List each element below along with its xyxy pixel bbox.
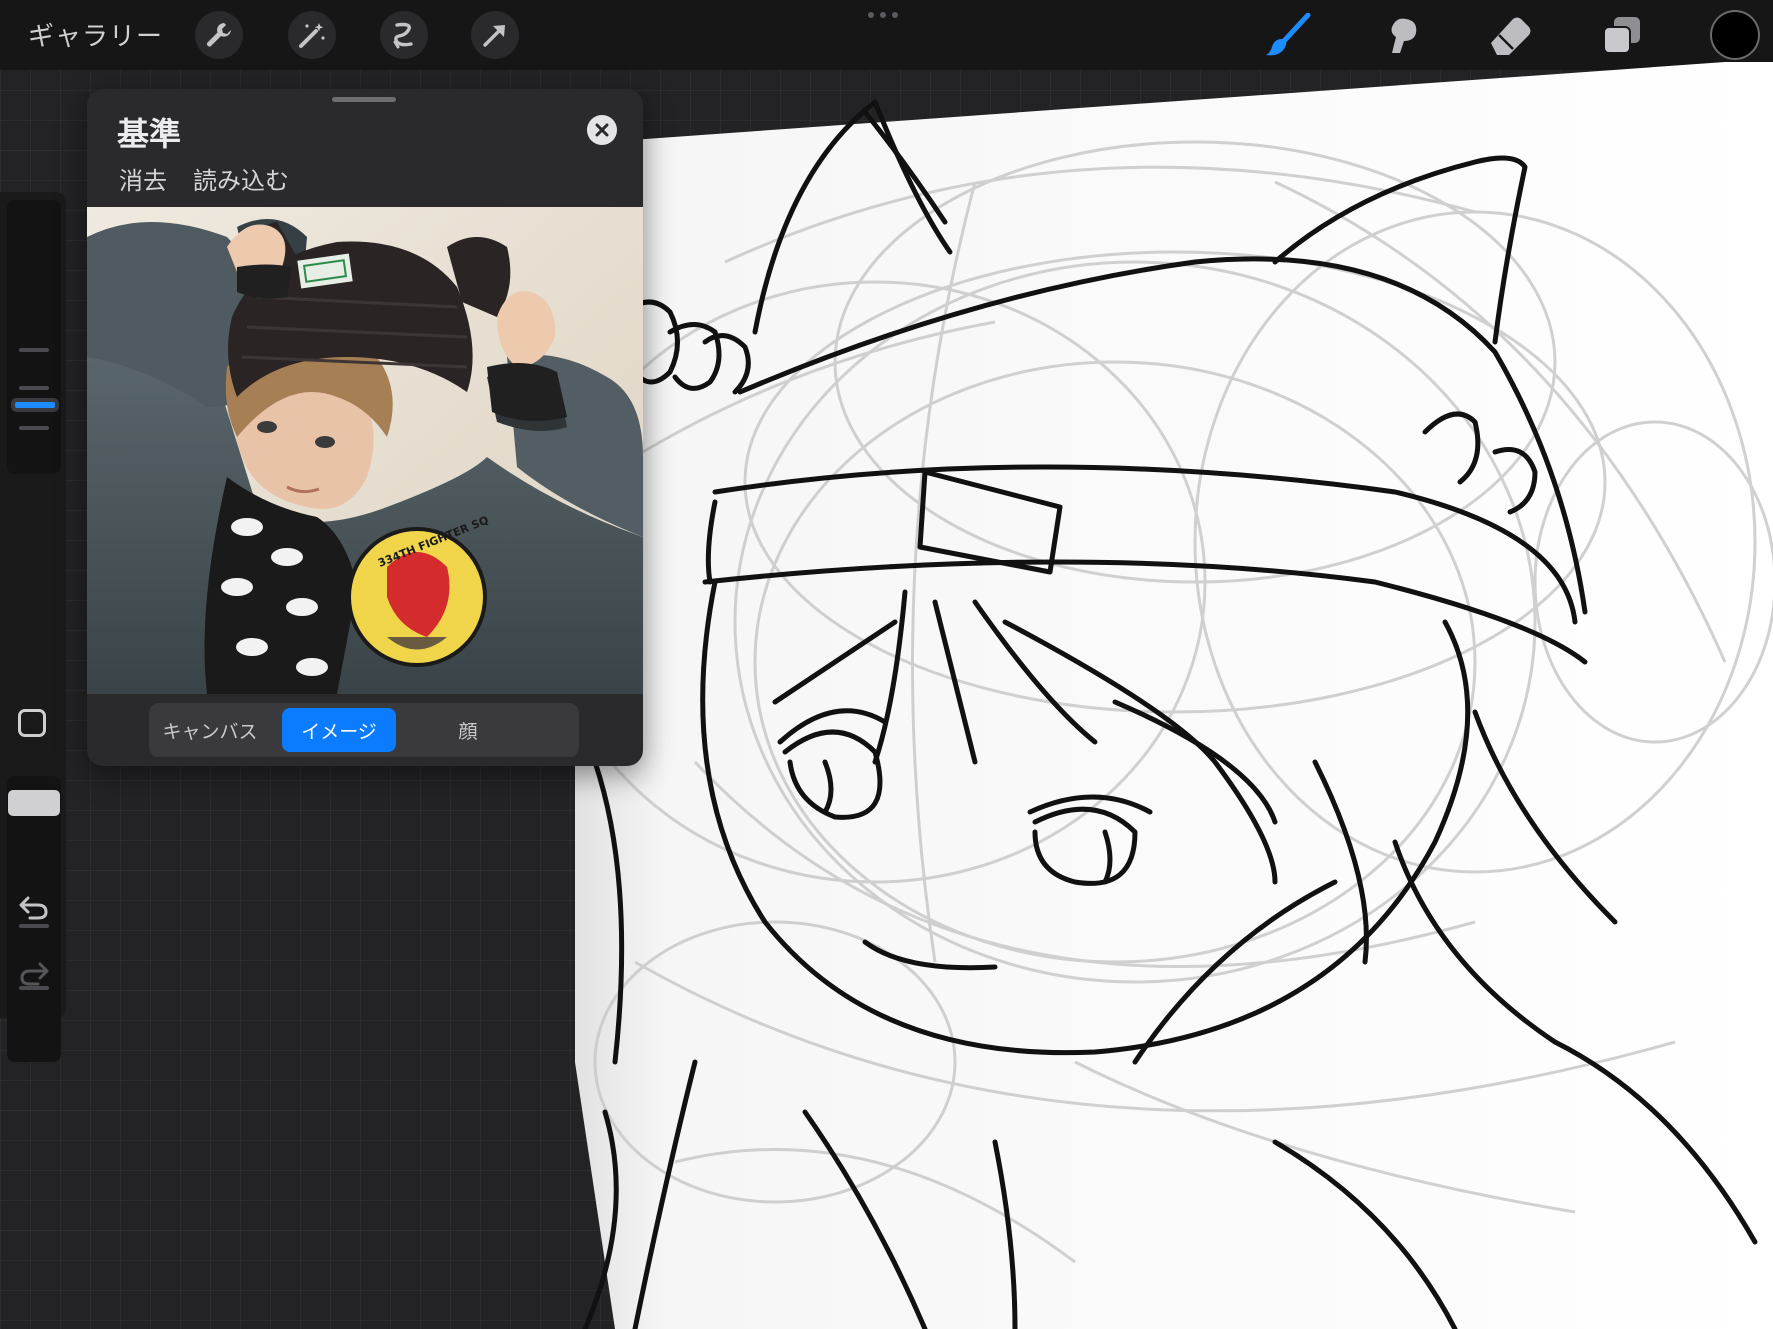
canvas-artwork: [575, 62, 1773, 1329]
reference-actions: 消去 読み込む: [119, 161, 289, 196]
gallery-button[interactable]: ギャラリー: [28, 16, 163, 53]
reference-title: 基準: [117, 115, 182, 153]
close-icon[interactable]: [587, 115, 617, 145]
clear-button[interactable]: 消去: [119, 161, 167, 196]
drawing-canvas[interactable]: [575, 62, 1773, 1329]
transform-arrow-icon[interactable]: [471, 11, 519, 59]
window-grip[interactable]: [868, 12, 898, 18]
brush-size-slider[interactable]: [7, 200, 61, 474]
selection-icon[interactable]: [380, 11, 428, 59]
reference-mode-segmented-control: キャンバス イメージ 顔: [149, 703, 579, 757]
reference-window[interactable]: 基準 消去 読み込む 334TH FIGHTER SQ キャンバス イメージ 顔: [87, 89, 643, 766]
modify-button[interactable]: [18, 709, 46, 737]
left-sidebar: [0, 192, 66, 1062]
slider-tick: [19, 386, 49, 390]
tab-image[interactable]: イメージ: [282, 708, 396, 752]
layers-icon[interactable]: [1596, 12, 1648, 58]
brush-size-handle[interactable]: [15, 402, 55, 408]
redo-icon[interactable]: [18, 960, 50, 992]
top-toolbar: ギャラリー: [0, 0, 1773, 70]
brush-icon[interactable]: [1262, 12, 1314, 58]
slider-tick: [19, 348, 49, 352]
wrench-icon[interactable]: [195, 11, 243, 59]
color-picker-swatch[interactable]: [1712, 12, 1758, 58]
reference-image[interactable]: 334TH FIGHTER SQ: [87, 207, 643, 694]
undo-icon[interactable]: [18, 894, 50, 926]
slider-tick: [19, 426, 49, 430]
tab-canvas[interactable]: キャンバス: [155, 708, 265, 752]
import-button[interactable]: 読み込む: [193, 161, 289, 196]
opacity-handle[interactable]: [8, 790, 60, 816]
eraser-icon[interactable]: [1484, 12, 1536, 58]
smudge-icon[interactable]: [1374, 12, 1426, 58]
tab-face[interactable]: 顔: [411, 708, 525, 752]
magic-wand-icon[interactable]: [288, 11, 336, 59]
reference-drag-handle[interactable]: [332, 97, 396, 102]
